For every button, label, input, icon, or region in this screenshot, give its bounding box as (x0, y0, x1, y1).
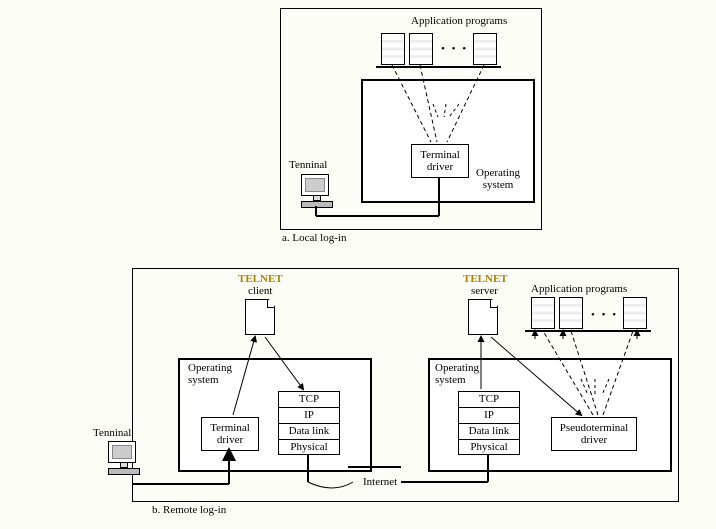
app-program-doc (623, 297, 647, 329)
server-apps-label: Application programs (531, 283, 627, 295)
client-tcpip-stack: TCP IP Data link Physical (278, 391, 340, 455)
stack-layer-ip: IP (279, 408, 339, 424)
telnet-client-sub: client (248, 285, 272, 297)
app-program-doc (559, 297, 583, 329)
telnet-server-doc-icon (468, 299, 498, 335)
app-program-doc (473, 33, 497, 65)
application-programs-label: Application programs (411, 15, 507, 27)
stack-layer-physical: Physical (459, 440, 519, 455)
server-os-label: Operating system (435, 362, 479, 386)
stack-layer-datalink: Data link (279, 424, 339, 440)
client-os-label: Operating system (188, 362, 232, 386)
panel-local-login: Application programs • • • Terminal driv… (280, 8, 542, 230)
stack-layer-ip: IP (459, 408, 519, 424)
ellipsis: • • • (591, 309, 618, 321)
internet-label: Internet (363, 476, 397, 488)
operating-system-label: Operating system (476, 167, 520, 191)
app-program-doc (409, 33, 433, 65)
app-program-doc (531, 297, 555, 329)
telnet-server-sub: server (471, 285, 498, 297)
telnet-client-heading: TELNET (238, 273, 283, 285)
caption-local: a. Local log-in (282, 232, 346, 244)
terminal-icon (301, 174, 333, 208)
terminal-label: Tenninal (289, 159, 327, 171)
stack-layer-datalink: Data link (459, 424, 519, 440)
server-tcpip-stack: TCP IP Data link Physical (458, 391, 520, 455)
stack-layer-physical: Physical (279, 440, 339, 455)
stack-layer-tcp: TCP (459, 392, 519, 408)
telnet-server-heading: TELNET (463, 273, 508, 285)
ellipsis: • • • (441, 43, 468, 55)
stack-layer-tcp: TCP (279, 392, 339, 408)
terminal-driver-box: Terminal driver (411, 144, 469, 178)
client-terminal-label: Tenninal (93, 427, 131, 439)
telnet-client-doc-icon (245, 299, 275, 335)
app-program-doc (381, 33, 405, 65)
pseudoterminal-driver-box: Pseudoterminal driver (551, 417, 637, 451)
caption-remote: b. Remote log-in (152, 504, 226, 516)
panel-remote-login: TELNET client Operating system Terminal … (132, 268, 679, 502)
client-terminal-driver-box: Terminal driver (201, 417, 259, 451)
client-terminal-icon (108, 441, 140, 475)
